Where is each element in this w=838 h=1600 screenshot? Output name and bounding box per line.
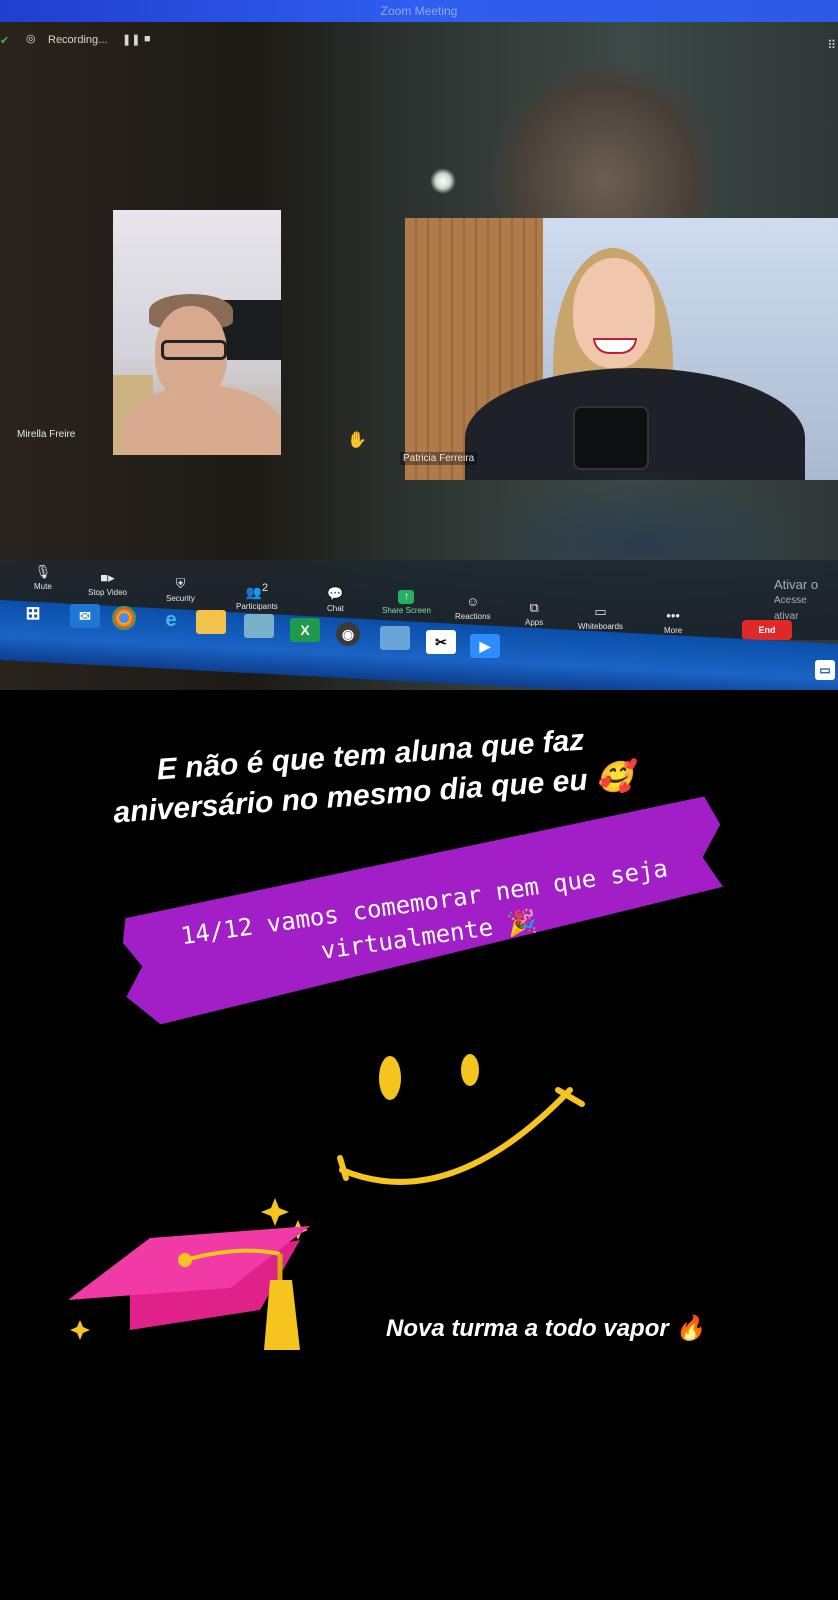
windows-activation-watermark: Ativar o Acesse ativar	[774, 577, 819, 623]
participant-glasses	[161, 340, 227, 360]
pause-recording-button[interactable]: ❚❚	[122, 33, 140, 46]
raised-hand-icon: ✋	[347, 430, 367, 449]
more-icon: •••	[666, 608, 680, 623]
file-explorer-icon[interactable]	[196, 610, 226, 634]
video-camera-icon: ■▸	[100, 570, 115, 585]
notification-icon[interactable]: ▭	[815, 660, 835, 680]
video-tile-patricia[interactable]	[405, 218, 838, 480]
security-shield-icon: ✔	[0, 35, 10, 47]
participant-name-label: Patricia Ferreira	[400, 452, 478, 465]
apps-button[interactable]: ⧉ Apps	[525, 600, 543, 627]
chat-icon: 💬	[327, 586, 344, 601]
apps-icon: ⧉	[529, 600, 539, 615]
recording-bar: ✔ ◎ Recording... ❚❚ ■	[0, 28, 200, 54]
recording-icon: ◎	[26, 33, 36, 45]
view-grid-icon[interactable]: ⠿	[827, 38, 836, 52]
graduation-cap-drawing	[68, 1198, 310, 1350]
mail-icon[interactable]: ✉	[70, 604, 100, 628]
app-icon[interactable]	[244, 614, 274, 638]
shield-icon: ⛨	[175, 576, 186, 591]
story-caption-new-class: Nova turma a todo vapor 🔥	[386, 1315, 706, 1342]
participant-name-label: Mirella Freire	[17, 429, 76, 440]
microphone-icon: 🎙	[34, 564, 52, 579]
smiley-drawing	[337, 1054, 585, 1185]
participants-icon: 👥2	[245, 582, 268, 600]
excel-icon[interactable]: X	[290, 618, 320, 642]
share-screen-icon: ↑	[398, 590, 415, 604]
window-title: Zoom Meeting	[0, 0, 838, 22]
reactions-icon: ☺	[466, 594, 480, 609]
stop-video-button[interactable]: ■▸ Stop Video	[88, 570, 127, 597]
whiteboard-icon: ▭	[594, 604, 607, 619]
video-tile-mirella[interactable]	[113, 210, 281, 455]
stop-recording-button[interactable]: ■	[144, 33, 151, 45]
obs-icon[interactable]: ◉	[336, 622, 360, 646]
recording-status: Recording...	[48, 34, 108, 46]
zoom-icon[interactable]: ▶	[470, 634, 500, 658]
participants-button[interactable]: 👥2 Participants	[236, 580, 278, 611]
reactions-button[interactable]: ☺ Reactions	[455, 594, 491, 621]
chat-button[interactable]: 💬 Chat	[327, 586, 344, 613]
more-button[interactable]: ••• More	[664, 608, 682, 635]
light-glare	[430, 168, 456, 194]
zoom-window-photo: Zoom Meeting ✔ ◎ Recording... ❚❚ ■ ⠿ Mir…	[0, 0, 838, 690]
participants-count: 2	[261, 582, 268, 594]
app-icon[interactable]	[380, 626, 410, 650]
whiteboards-button[interactable]: ▭ Whiteboards	[578, 604, 623, 631]
security-button[interactable]: ⛨ Security	[166, 576, 195, 603]
share-screen-button[interactable]: ↑ Share Screen	[382, 590, 431, 615]
chrome-icon[interactable]	[112, 606, 136, 630]
windows-start-icon[interactable]: ⊞	[18, 601, 48, 625]
capcut-icon[interactable]: ✂	[426, 630, 456, 654]
participant-phone	[573, 406, 649, 470]
internet-explorer-icon[interactable]: e	[156, 608, 186, 632]
mute-button[interactable]: 🎙 Mute	[34, 564, 52, 591]
